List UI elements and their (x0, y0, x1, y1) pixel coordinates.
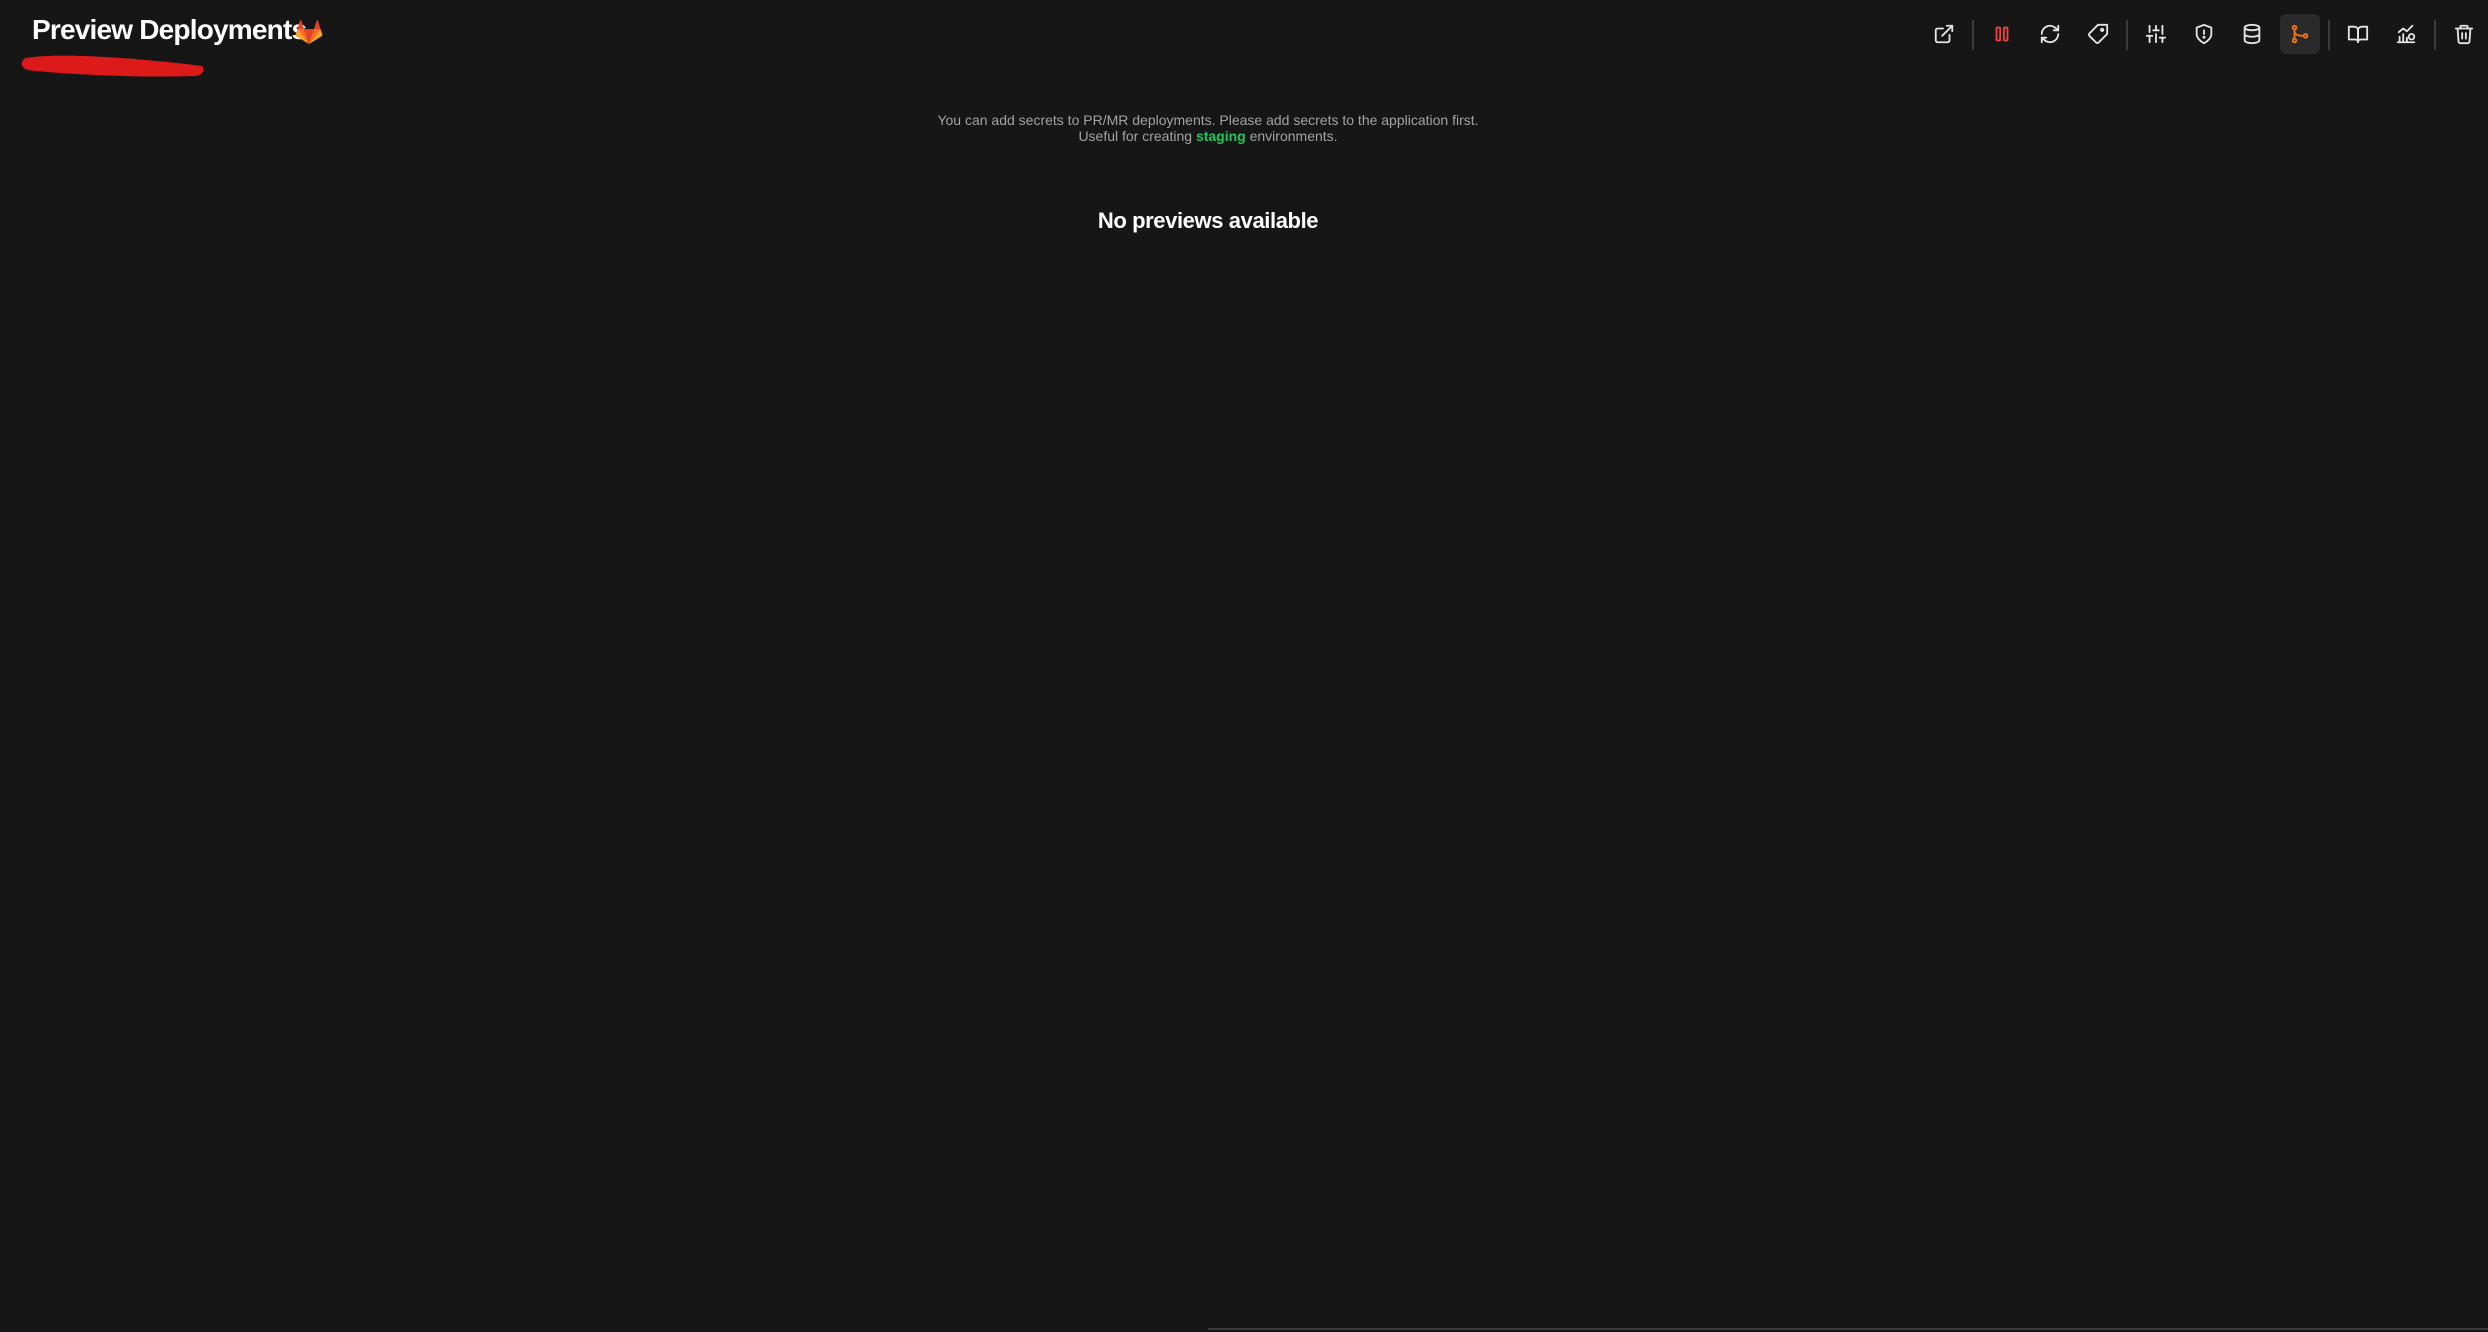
stop-button[interactable] (1982, 14, 2022, 54)
documentation-button[interactable] (2338, 14, 2378, 54)
toolbar-divider (2328, 20, 2330, 50)
shield-icon (2195, 23, 2213, 45)
book-icon (2347, 25, 2369, 44)
secrets-info-text: You can add secrets to PR/MR deployments… (0, 112, 2416, 144)
toolbar-divider (1972, 20, 1974, 50)
tag-icon (2088, 23, 2109, 44)
stop-icon (1995, 26, 2009, 42)
redaction-mark (21, 55, 204, 77)
storage-button[interactable] (2232, 14, 2272, 54)
tags-button[interactable] (2078, 14, 2118, 54)
open-app-button[interactable] (1924, 14, 1964, 54)
metrics-button[interactable] (2386, 14, 2426, 54)
toolbar-divider (2434, 20, 2436, 50)
external-link-icon (1934, 24, 1954, 44)
security-button[interactable] (2184, 14, 2224, 54)
info-line-2: Useful for creating staging environments… (0, 128, 2416, 144)
restart-icon (2040, 24, 2060, 44)
preview-deployments-button[interactable] (2280, 14, 2320, 54)
trash-icon (2454, 24, 2474, 45)
staging-highlight: staging (1195, 128, 1246, 144)
gitlab-icon (295, 20, 323, 44)
settings-sliders-icon (2145, 24, 2167, 44)
preview-deployments-page: Preview Deployments You can add secrets … (0, 0, 2488, 1332)
configuration-button[interactable] (2136, 14, 2176, 54)
info-line-2-suffix: environments. (1249, 128, 1338, 144)
restart-button[interactable] (2030, 14, 2070, 54)
bottom-divider (1208, 1328, 2488, 1330)
empty-state-message: No previews available (1097, 208, 1319, 233)
info-line-2-prefix: Useful for creating (1078, 128, 1193, 144)
application-toolbar (1900, 14, 2488, 56)
toolbar-divider (2126, 20, 2128, 50)
database-icon (2243, 23, 2261, 45)
git-branch-icon (2291, 24, 2309, 44)
page-title: Preview Deployments (32, 14, 307, 45)
delete-button[interactable] (2444, 14, 2484, 54)
info-line-1: You can add secrets to PR/MR deployments… (937, 112, 1479, 128)
stats-icon (2396, 24, 2416, 44)
